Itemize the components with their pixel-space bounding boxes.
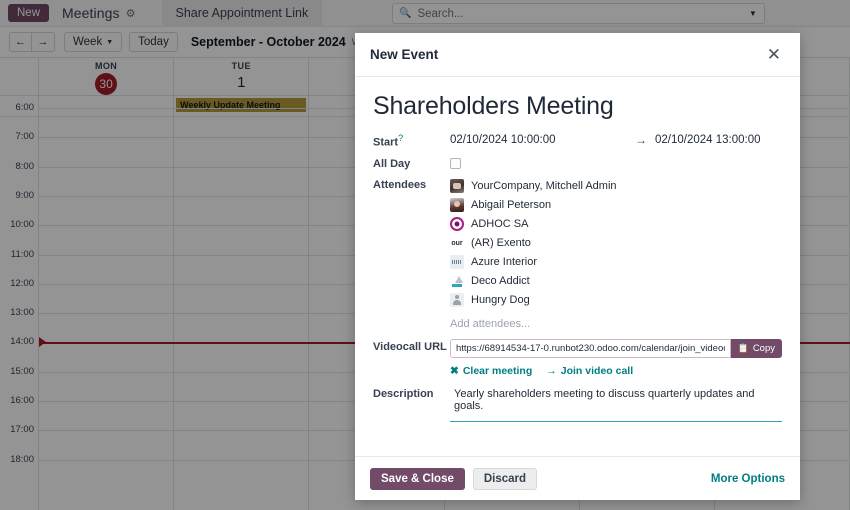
attendees-field-row: Attendees YourCompany, Mitchell Admin Abi… — [373, 177, 782, 330]
dialog-footer: Save & Close Discard More Options — [355, 456, 800, 500]
date-range-values: 02/10/2024 10:00:00 → 02/10/2024 13:00:0… — [450, 131, 782, 149]
more-options-link[interactable]: More Options — [711, 473, 785, 485]
dialog-header: New Event ✕ — [355, 33, 800, 77]
start-field-label: Start? — [373, 131, 450, 149]
description-field-row: Description Yearly shareholders meeting … — [373, 386, 782, 422]
dialog-body: Shareholders Meeting Start? 02/10/2024 1… — [355, 77, 800, 456]
attendee-name: (AR) Exento — [471, 237, 531, 249]
attendee-item[interactable]: Azure Interior — [450, 253, 782, 272]
copy-label: Copy — [753, 343, 775, 354]
attendee-item[interactable]: Deco Addict — [450, 272, 782, 291]
x-icon: ✖ — [450, 365, 459, 377]
videocall-actions: ✖ Clear meeting → Join video call — [450, 365, 782, 377]
stop-datetime-input[interactable]: 02/10/2024 13:00:00 — [655, 134, 761, 146]
avatar — [450, 179, 464, 193]
close-icon[interactable]: ✕ — [763, 44, 785, 65]
allday-field-label: All Day — [373, 156, 450, 170]
videocall-field-row: Videocall URL 📋 Copy ✖ Clear meeting → — [373, 339, 782, 377]
new-event-dialog: New Event ✕ Shareholders Meeting Start? … — [355, 33, 800, 500]
join-video-call-link[interactable]: → Join video call — [546, 365, 633, 377]
event-name-input[interactable]: Shareholders Meeting — [373, 90, 782, 122]
help-icon[interactable]: ? — [398, 133, 403, 143]
join-video-call-label: Join video call — [561, 365, 633, 377]
attendee-name: Azure Interior — [471, 256, 537, 268]
attendee-name: Deco Addict — [471, 275, 530, 287]
attendee-item[interactable]: ADHOC SA — [450, 215, 782, 234]
clear-meeting-label: Clear meeting — [463, 365, 532, 377]
add-attendees-input[interactable]: Add attendees... — [450, 318, 782, 330]
videocall-url-row: 📋 Copy — [450, 339, 782, 358]
description-field-label: Description — [373, 386, 450, 422]
attendee-item[interactable]: YourCompany, Mitchell Admin — [450, 177, 782, 196]
allday-checkbox[interactable] — [450, 158, 461, 169]
start-label-text: Start — [373, 137, 398, 149]
videocall-field-label: Videocall URL — [373, 339, 450, 377]
attendee-item[interactable]: Hungry Dog — [450, 291, 782, 310]
description-input[interactable]: Yearly shareholders meeting to discuss q… — [450, 386, 782, 422]
avatar — [450, 274, 464, 288]
copy-button[interactable]: 📋 Copy — [731, 339, 782, 358]
attendee-name: Hungry Dog — [471, 294, 530, 306]
avatar: our — [450, 236, 464, 250]
start-field-row: Start? 02/10/2024 10:00:00 → 02/10/2024 … — [373, 131, 782, 149]
avatar — [450, 293, 464, 307]
dialog-title: New Event — [370, 47, 763, 62]
attendee-name: Abigail Peterson — [471, 199, 551, 211]
allday-field-row: All Day — [373, 156, 782, 170]
save-and-close-button[interactable]: Save & Close — [370, 468, 465, 490]
start-datetime-input[interactable]: 02/10/2024 10:00:00 — [450, 134, 635, 146]
copy-icon: 📋 — [738, 343, 749, 354]
avatar — [450, 198, 464, 212]
avatar — [450, 255, 464, 269]
attendee-list: YourCompany, Mitchell Admin Abigail Peter… — [450, 177, 782, 310]
attendee-name: ADHOC SA — [471, 218, 528, 230]
discard-button[interactable]: Discard — [473, 468, 537, 490]
attendee-item[interactable]: our (AR) Exento — [450, 234, 782, 253]
attendee-item[interactable]: Abigail Peterson — [450, 196, 782, 215]
attendees-field-label: Attendees — [373, 177, 450, 330]
videocall-url-input[interactable] — [450, 339, 731, 358]
avatar — [450, 217, 464, 231]
clear-meeting-link[interactable]: ✖ Clear meeting — [450, 365, 532, 377]
attendee-name: YourCompany, Mitchell Admin — [471, 180, 617, 192]
arrow-right-icon: → — [635, 133, 647, 147]
arrow-right-icon: → — [546, 365, 557, 377]
